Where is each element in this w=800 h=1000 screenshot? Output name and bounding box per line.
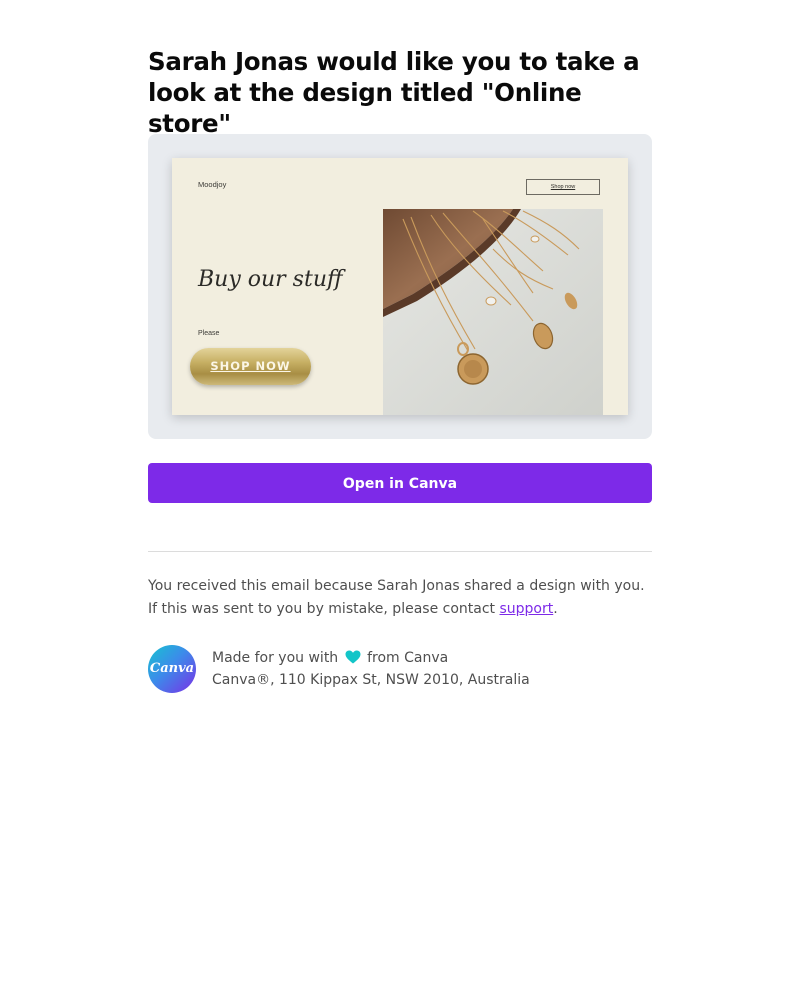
footer-made-suffix: from Canva	[367, 650, 449, 666]
design-brand-text: Moodjoy	[198, 180, 227, 189]
email-notice: You received this email because Sarah Jo…	[148, 575, 658, 621]
design-headline: Buy our stuff	[198, 267, 343, 292]
design-thumbnail[interactable]: Moodjoy Shop now Buy our stuff Please SH…	[172, 158, 628, 415]
design-nav-button: Shop now	[526, 179, 600, 195]
divider	[148, 551, 652, 552]
notice-text: You received this email because Sarah Jo…	[148, 578, 645, 617]
footer-made-with: Made for you with from Canva	[212, 650, 448, 668]
necklaces-photo-icon	[383, 209, 603, 415]
design-preview[interactable]: Moodjoy Shop now Buy our stuff Please SH…	[148, 134, 652, 439]
support-link[interactable]: support	[499, 601, 553, 617]
design-shop-button: SHOP NOW	[190, 348, 311, 385]
email-headline: Sarah Jonas would like you to take a loo…	[148, 47, 640, 138]
canva-logo: Canva	[148, 645, 196, 693]
open-in-canva-button[interactable]: Open in Canva	[148, 463, 652, 503]
notice-end: .	[553, 601, 558, 617]
footer-made-prefix: Made for you with	[212, 650, 339, 666]
heart-icon	[345, 650, 361, 668]
footer-address: Canva®, 110 Kippax St, NSW 2010, Austral…	[212, 672, 530, 688]
design-subtext: Please	[198, 330, 220, 337]
